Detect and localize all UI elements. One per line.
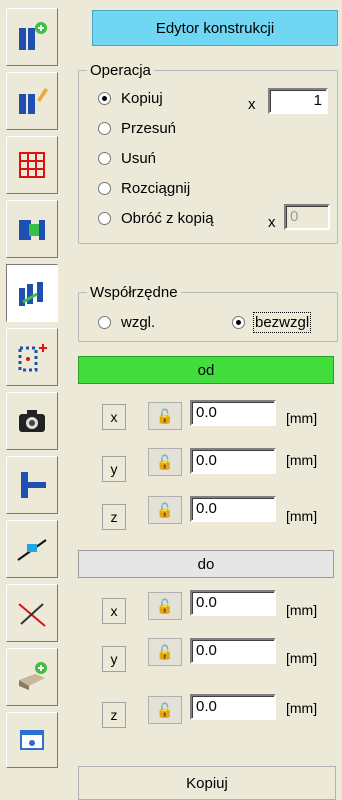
radio-usun[interactable]: Usuń: [98, 150, 156, 167]
to-y-lock-button[interactable]: 🔓: [148, 638, 182, 666]
from-x-unit: [mm]: [286, 410, 318, 426]
info-window-icon: [20, 730, 44, 750]
radio-obroc-z-kopia[interactable]: Obróć z kopią: [98, 210, 214, 227]
to-header: do: [78, 550, 334, 578]
radio-przesun[interactable]: Przesuń: [98, 120, 176, 137]
add-plate-icon: [19, 662, 47, 690]
copies-prefix: x: [248, 96, 256, 113]
from-z-axis-label: z: [102, 504, 126, 530]
radio-relative[interactable]: wzgl.: [98, 314, 155, 331]
from-y-unit: [mm]: [286, 452, 318, 468]
to-y-axis-label: y: [102, 646, 126, 672]
radio-button[interactable]: [98, 316, 111, 329]
add-nodes-icon: [18, 344, 47, 372]
connector-icon: [17, 539, 47, 561]
construction-editor-panel: Edytor konstrukcji Operacja Kopiuj Przes…: [68, 0, 342, 800]
radio-label: Obróć z kopią: [121, 210, 214, 227]
add-column-icon: [19, 22, 47, 50]
radio-button[interactable]: [98, 212, 111, 225]
toolbar-button-move-elements[interactable]: [6, 264, 58, 322]
rotate-count-input[interactable]: 0: [284, 204, 330, 230]
camera-icon: [19, 410, 45, 432]
toolbar-button-cut-line[interactable]: [6, 584, 58, 642]
lock-open-icon: 🔓: [156, 407, 174, 424]
to-z-unit: [mm]: [286, 700, 318, 716]
toolbar-button-join-elements[interactable]: [6, 200, 58, 258]
operation-legend: Operacja: [90, 62, 151, 79]
lock-open-icon: 🔓: [156, 501, 174, 518]
grid-frame-icon: [19, 152, 45, 178]
radio-label: bezwzgl: [252, 312, 312, 333]
to-x-axis-label: x: [102, 598, 126, 624]
tool-sidebar: [0, 0, 66, 800]
beam-connection-icon: [21, 472, 46, 498]
panel-title: Edytor konstrukcji: [92, 10, 338, 46]
to-y-unit: [mm]: [286, 650, 318, 666]
from-z-lock-button[interactable]: 🔓: [148, 496, 182, 524]
from-x-input[interactable]: 0.0: [190, 400, 276, 426]
edit-column-icon: [19, 88, 48, 114]
from-x-axis-label: x: [102, 404, 126, 430]
toolbar-button-add-nodes[interactable]: [6, 328, 58, 386]
radio-button[interactable]: [98, 152, 111, 165]
from-z-unit: [mm]: [286, 508, 318, 524]
to-x-lock-button[interactable]: 🔓: [148, 592, 182, 620]
radio-label: Kopiuj: [121, 90, 163, 107]
move-elements-icon: [19, 282, 43, 306]
radio-label: Rozciągnij: [121, 180, 191, 197]
to-z-axis-label: z: [102, 702, 126, 728]
radio-button[interactable]: [98, 122, 111, 135]
lock-open-icon: 🔓: [156, 701, 174, 718]
to-z-input[interactable]: 0.0: [190, 694, 276, 720]
kopiuj-action-button[interactable]: Kopiuj: [78, 766, 336, 800]
radio-label: Przesuń: [121, 120, 177, 137]
to-y-input[interactable]: 0.0: [190, 638, 276, 664]
toolbar-button-connector[interactable]: [6, 520, 58, 578]
to-x-unit: [mm]: [286, 602, 318, 618]
radio-button[interactable]: [232, 316, 245, 329]
from-y-axis-label: y: [102, 456, 126, 482]
from-x-lock-button[interactable]: 🔓: [148, 402, 182, 430]
from-y-input[interactable]: 0.0: [190, 448, 276, 474]
toolbar-button-info-window[interactable]: [6, 712, 58, 768]
radio-button[interactable]: [98, 92, 111, 105]
cut-line-icon: [18, 603, 46, 627]
copies-count-input[interactable]: 1: [268, 88, 328, 114]
toolbar-button-add-column[interactable]: [6, 8, 58, 66]
toolbar-button-edit-column[interactable]: [6, 72, 58, 130]
join-elements-icon: [19, 220, 45, 240]
to-x-input[interactable]: 0.0: [190, 590, 276, 616]
to-z-lock-button[interactable]: 🔓: [148, 696, 182, 724]
toolbar-button-grid-frame[interactable]: [6, 136, 58, 194]
toolbar-button-add-plate[interactable]: [6, 648, 58, 706]
radio-label: wzgl.: [121, 314, 156, 331]
radio-button[interactable]: [98, 182, 111, 195]
from-header: od: [78, 356, 334, 384]
radio-absolute[interactable]: bezwzgl: [232, 312, 312, 333]
coordinates-group: Współrzędne: [78, 284, 338, 342]
coordinates-legend: Współrzędne: [90, 284, 178, 301]
toolbar-button-beam-connection[interactable]: [6, 456, 58, 514]
radio-kopiuj[interactable]: Kopiuj: [98, 90, 163, 107]
from-z-input[interactable]: 0.0: [190, 496, 276, 522]
lock-open-icon: 🔓: [156, 453, 174, 470]
lock-open-icon: 🔓: [156, 597, 174, 614]
radio-rozciagnij[interactable]: Rozciągnij: [98, 180, 190, 197]
from-y-lock-button[interactable]: 🔓: [148, 448, 182, 476]
toolbar-button-camera[interactable]: [6, 392, 58, 450]
lock-open-icon: 🔓: [156, 643, 174, 660]
rotate-prefix: x: [268, 214, 276, 231]
radio-label: Usuń: [121, 150, 157, 167]
